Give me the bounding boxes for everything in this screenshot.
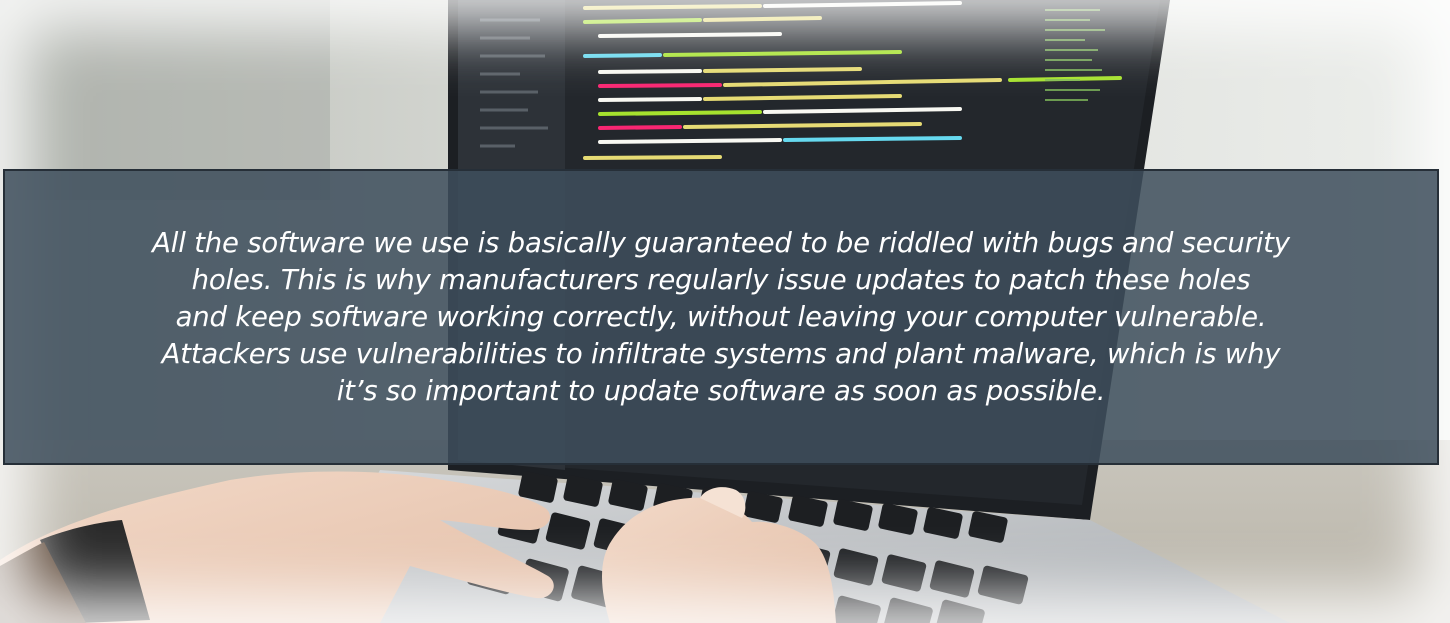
quote-line: and keep software working correctly, wit…: [175, 300, 1267, 333]
banner-frame: All the software we use is basically gua…: [0, 0, 1450, 623]
quote-line: All the software we use is basically gua…: [152, 226, 1290, 259]
quote-panel: All the software we use is basically gua…: [3, 169, 1439, 465]
quote-line: holes. This is why manufacturers regular…: [191, 263, 1251, 296]
quote-line: Attackers use vulnerabilities to infiltr…: [161, 337, 1281, 370]
quote-line: it’s so important to update software as …: [336, 374, 1106, 407]
quote-text: All the software we use is basically gua…: [152, 225, 1290, 410]
